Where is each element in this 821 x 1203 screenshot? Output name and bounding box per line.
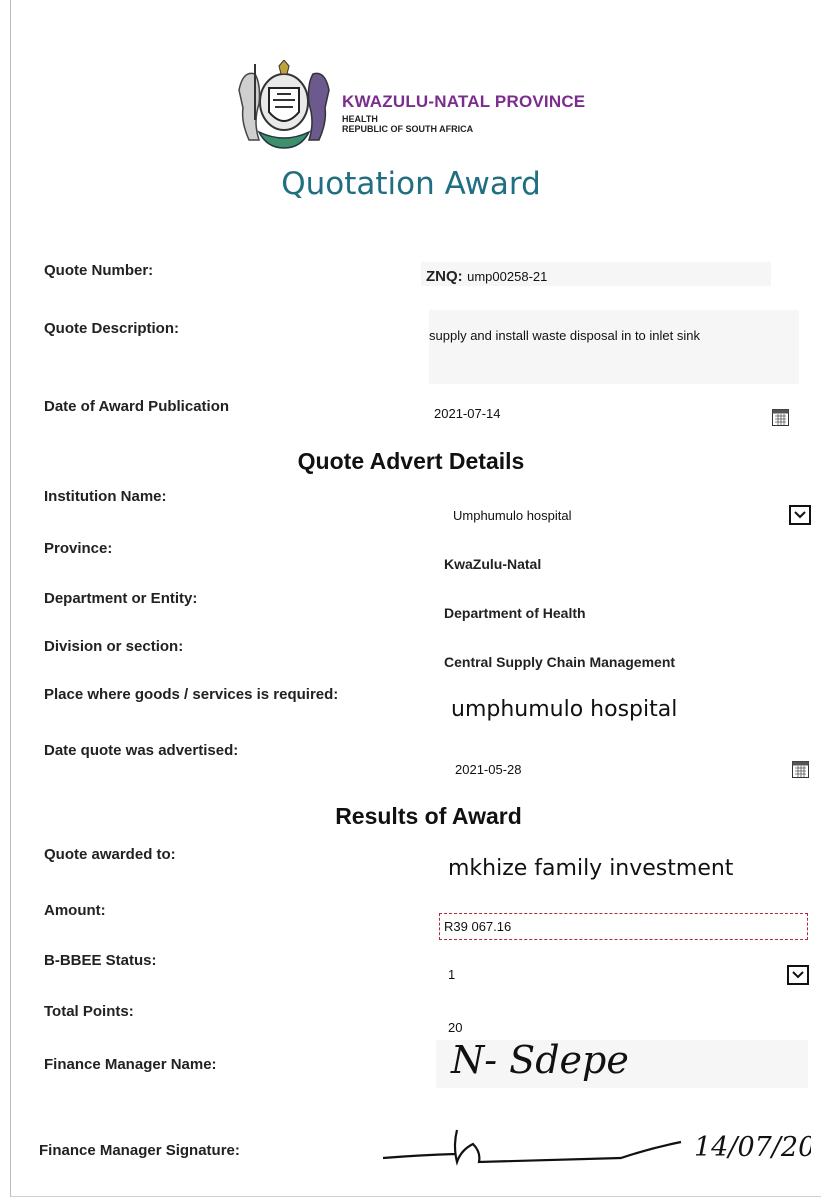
quote-description-field-bg <box>429 310 799 384</box>
institution-label: Institution Name: <box>44 488 167 505</box>
place-value[interactable]: umphumulo hospital <box>451 697 677 722</box>
advert-section-heading: Quote Advert Details <box>297 448 525 474</box>
bbbee-value[interactable]: 1 <box>448 967 455 982</box>
award-publication-date[interactable]: 2021-07-14 <box>434 406 501 421</box>
results-section-heading: Results of Award <box>335 803 522 829</box>
coat-of-arms-logo <box>238 60 330 149</box>
bbbee-label: B-BBEE Status: <box>44 952 157 969</box>
signature-date: 14/07/20 <box>694 1132 811 1163</box>
department-label: Department or Entity: <box>44 590 198 607</box>
form-page: KWAZULU-NATAL PROVINCE HEALTH REPUBLIC O… <box>10 0 821 1197</box>
quote-number-prefix: ZNQ: <box>426 268 463 285</box>
department-name: HEALTH <box>342 114 378 124</box>
department-value: Department of Health <box>444 605 586 621</box>
amount-value: R39 067.16 <box>444 919 512 934</box>
award-publication-label: Date of Award Publication <box>44 398 230 415</box>
province-value: KwaZulu-Natal <box>444 556 542 572</box>
province-name: KWAZULU-NATAL PROVINCE <box>342 92 586 111</box>
division-value: Central Supply Chain Management <box>444 654 676 670</box>
quote-number-value: ump00258-21 <box>467 269 548 284</box>
place-label: Place where goods / services is required… <box>44 686 339 703</box>
quote-number-label: Quote Number: <box>44 262 154 279</box>
awarded-to-label: Quote awarded to: <box>44 846 176 863</box>
advertised-label: Date quote was advertised: <box>44 742 239 759</box>
calendar-icon[interactable] <box>772 409 789 426</box>
bbbee-dropdown[interactable] <box>787 965 809 985</box>
finance-manager-name-label: Finance Manager Name: <box>44 1056 217 1073</box>
institution-value[interactable]: Umphumulo hospital <box>453 508 572 523</box>
calendar-icon[interactable] <box>792 761 809 778</box>
institution-dropdown[interactable] <box>789 505 811 525</box>
page-title: Quotation Award <box>281 166 541 202</box>
quote-description-value[interactable]: supply and install waste disposal in to … <box>429 328 700 343</box>
finance-manager-signature-label: Finance Manager Signature: <box>39 1142 240 1159</box>
country-name: REPUBLIC OF SOUTH AFRICA <box>342 124 474 134</box>
quote-description-label: Quote Description: <box>44 320 180 337</box>
quote-number-field[interactable]: ZNQ: ump00258-21 <box>426 268 547 286</box>
division-label: Division or section: <box>44 638 184 655</box>
province-label: Province: <box>44 540 113 557</box>
finance-manager-name-value[interactable]: N- Sdepe <box>451 1038 629 1082</box>
chevron-down-icon <box>792 971 804 979</box>
awarded-to-value[interactable]: mkhize family investment <box>448 856 733 881</box>
advertised-date[interactable]: 2021-05-28 <box>455 762 522 777</box>
total-points-label: Total Points: <box>44 1003 134 1020</box>
total-points-value[interactable]: 20 <box>448 1020 462 1035</box>
chevron-down-icon <box>794 511 806 519</box>
amount-label: Amount: <box>44 902 106 919</box>
